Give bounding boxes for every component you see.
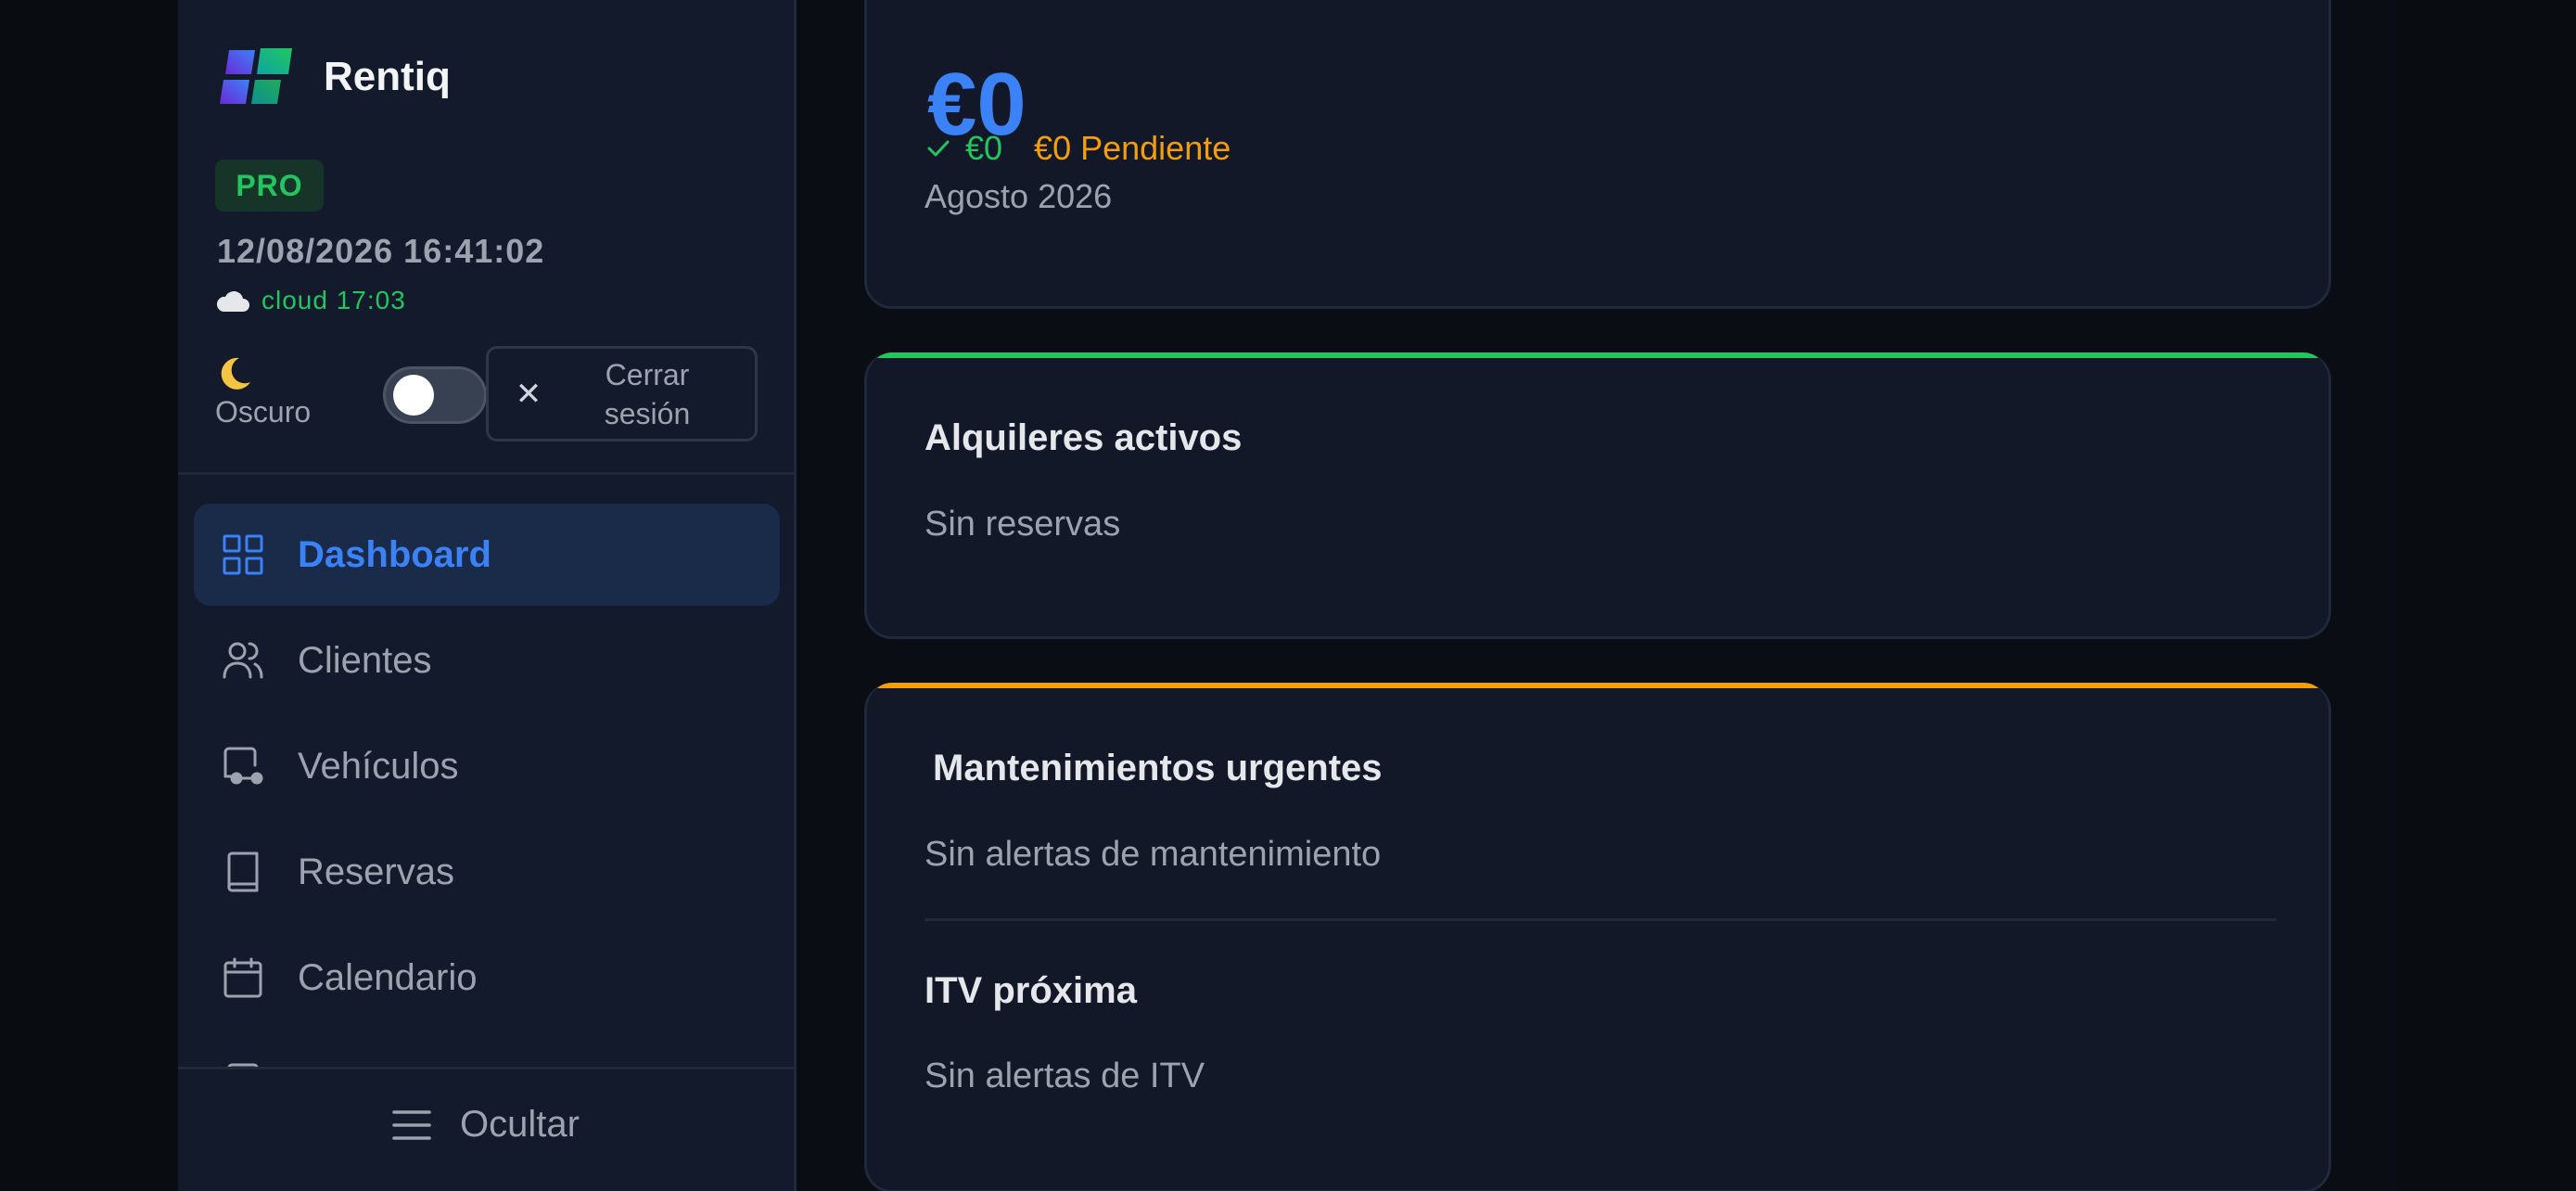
page-background-left [0,0,178,1191]
active-rentals-card: Alquileres activos Sin reservas [864,352,2331,639]
calendar-icon [223,957,262,998]
theme-label: Oscuro [215,395,312,429]
revenue-card: €0 €0 €0 Pendiente Agosto 2026 [864,0,2331,309]
car-icon [223,747,263,785]
current-datetime: 12/08/2026 16:41:02 [217,232,545,270]
check-icon [927,140,950,157]
page-background-right [2397,0,2576,1191]
sidebar-item-label: Dashboard [298,533,491,575]
brand-name: Rentiq [324,54,451,99]
cloud-status: cloud 17:03 [215,286,406,315]
pending-amount: €0 Pendiente [1034,129,1231,167]
cloud-icon [216,290,249,312]
logout-button[interactable]: ✕ Cerrar sesión [486,346,758,442]
maintenance-title: Mantenimientos urgentes [933,748,1383,788]
hide-sidebar-label: Ocultar [460,1104,580,1145]
sidebar-item-dashboard[interactable]: Dashboard [194,504,780,606]
sidebar-item-reservas[interactable]: Reservas [194,821,780,923]
theme-indicator: Oscuro [215,354,311,429]
grid-icon [223,534,263,575]
sidebar-item-vehiculos[interactable]: Vehículos [194,715,780,817]
rentiq-logo-icon [220,48,292,104]
sidebar-item-label: Clientes [298,639,432,681]
theme-toggle[interactable] [383,366,487,424]
brand[interactable]: Rentiq [220,46,451,108]
sidebar: Rentiq PRO 12/08/2026 16:41:02 cloud 17:… [178,0,797,1191]
sidebar-divider [178,472,794,475]
maintenance-card: Mantenimientos urgentes Sin alertas de m… [864,683,2331,1191]
sidebar-item-calendario[interactable]: Calendario [194,927,780,1029]
users-icon [223,642,263,679]
card-accent-green [867,352,2328,358]
revenue-breakdown: €0 €0 Pendiente [925,129,1231,168]
toggle-knob [393,375,434,416]
cloud-status-text: cloud 17:03 [261,286,406,314]
sidebar-item-label: Vehículos [298,745,459,787]
active-rentals-empty: Sin reservas [925,505,1121,544]
logout-label: Cerrar sesión [604,357,691,430]
sidebar-item-label: Calendario [298,956,478,998]
maintenance-divider [925,918,2276,921]
itv-empty: Sin alertas de ITV [925,1057,1205,1095]
paid-amount: €0 [965,129,1003,167]
hide-sidebar-button[interactable]: Ocultar [391,1104,580,1146]
card-accent-amber [867,683,2328,688]
sidebar-nav: Dashboard Clientes Vehículos Reservas Ca… [194,504,780,1067]
itv-title: ITV próxima [925,970,1137,1011]
sidebar-item-clientes[interactable]: Clientes [194,609,780,711]
sidebar-footer-divider [178,1067,794,1069]
plan-badge: PRO [215,160,324,211]
sidebar-item-label: Reservas [298,851,454,892]
maintenance-empty: Sin alertas de mantenimiento [925,835,1382,874]
active-rentals-title: Alquileres activos [925,417,1243,458]
sidebar-item-partial[interactable] [194,1032,780,1067]
book-icon [227,852,259,892]
revenue-period: Agosto 2026 [925,177,1113,215]
close-icon: ✕ [515,376,542,412]
menu-icon [392,1109,431,1140]
moon-icon [221,357,250,390]
